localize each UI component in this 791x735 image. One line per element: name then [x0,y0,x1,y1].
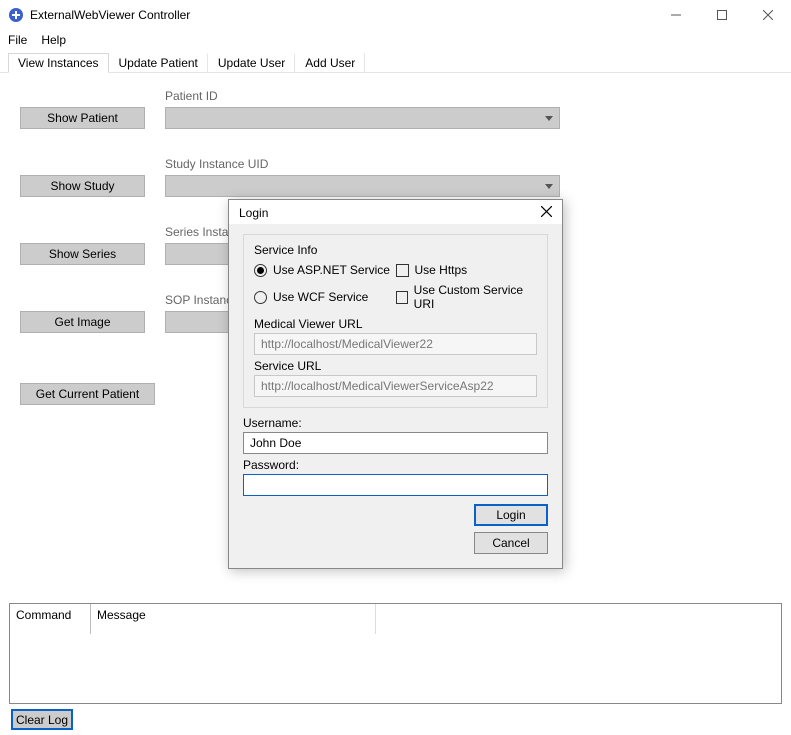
svcurl-input[interactable] [254,375,537,397]
password-label: Password: [243,458,548,472]
login-dialog: Login Service Info Use ASP.NET Service U… [228,199,563,569]
menu-help[interactable]: Help [41,33,66,47]
tab-update-patient[interactable]: Update Patient [109,53,208,73]
service-info-legend: Service Info [254,243,537,257]
log-divider-2[interactable] [375,604,376,634]
use-wcf-radio[interactable] [254,291,267,304]
dialog-title: Login [239,206,268,220]
username-input[interactable] [243,432,548,454]
menu-file[interactable]: File [8,33,27,47]
patient-id-dropdown[interactable] [165,107,560,129]
use-https-checkbox[interactable] [396,264,409,277]
service-info-group: Service Info Use ASP.NET Service Use Htt… [243,234,548,408]
title-bar: ExternalWebViewer Controller [0,0,791,30]
show-patient-button[interactable]: Show Patient [20,107,145,129]
minimize-button[interactable] [653,0,699,30]
tab-update-user[interactable]: Update User [208,53,295,73]
get-image-button[interactable]: Get Image [20,311,145,333]
medurl-input[interactable] [254,333,537,355]
show-series-button[interactable]: Show Series [20,243,145,265]
app-icon [8,7,24,23]
close-button[interactable] [745,0,791,30]
log-col-message: Message [91,604,781,634]
study-uid-dropdown[interactable] [165,175,560,197]
study-uid-label: Study Instance UID [165,157,560,171]
username-label: Username: [243,416,548,430]
use-custom-label: Use Custom Service URI [414,283,537,311]
use-custom-checkbox[interactable] [396,291,408,304]
clear-log-button[interactable]: Clear Log [11,709,73,730]
dialog-close-icon[interactable] [541,206,552,220]
cancel-button[interactable]: Cancel [474,532,548,554]
menu-bar: File Help [0,30,791,50]
window-title: ExternalWebViewer Controller [30,8,653,22]
tab-strip: View Instances Update Patient Update Use… [0,52,791,73]
patient-id-label: Patient ID [165,89,560,103]
login-button[interactable]: Login [474,504,548,526]
svcurl-label: Service URL [254,359,537,373]
tab-add-user[interactable]: Add User [295,53,365,73]
maximize-button[interactable] [699,0,745,30]
get-current-patient-button[interactable]: Get Current Patient [20,383,155,405]
use-asp-label: Use ASP.NET Service [273,263,390,277]
log-panel: Command Message [9,603,782,704]
use-wcf-label: Use WCF Service [273,290,368,304]
use-asp-radio[interactable] [254,264,267,277]
password-input[interactable] [243,474,548,496]
medurl-label: Medical Viewer URL [254,317,537,331]
show-study-button[interactable]: Show Study [20,175,145,197]
use-https-label: Use Https [415,263,468,277]
tab-view-instances[interactable]: View Instances [8,53,109,73]
log-col-command: Command [10,604,90,634]
